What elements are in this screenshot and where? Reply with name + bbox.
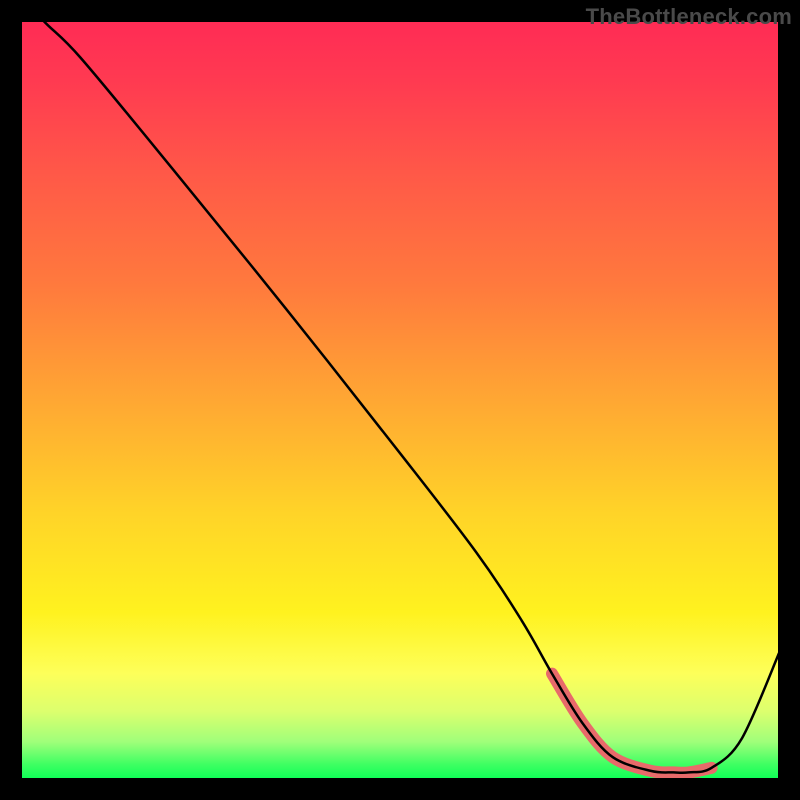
curve-path: [20, 20, 780, 773]
plot-area: [20, 20, 780, 780]
curve-layer: [20, 20, 780, 780]
highlight-segment: [552, 674, 712, 773]
watermark-text: TheBottleneck.com: [586, 4, 792, 30]
chart-stage: TheBottleneck.com: [0, 0, 800, 800]
